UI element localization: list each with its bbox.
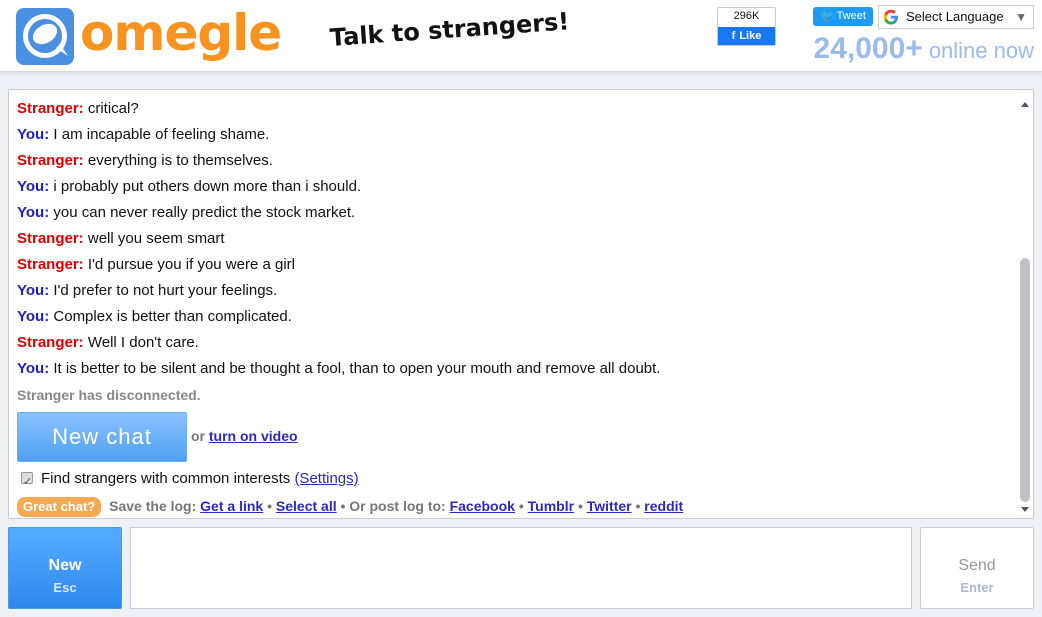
chat-message: Stranger: critical? (17, 96, 1013, 122)
separator: • (577, 498, 583, 514)
message-sender: You: (17, 178, 50, 195)
separator: • (518, 498, 524, 514)
chat-message: You: I'd prefer to not hurt your feeling… (17, 278, 1013, 304)
save-log-label: Save the log: (109, 498, 197, 514)
new-chat-button[interactable]: New chat (17, 412, 187, 462)
message-sender: Stranger: (17, 334, 84, 351)
interests-checkbox[interactable] (21, 469, 33, 495)
tagline: Talk to strangers! (329, 7, 571, 52)
chat-message: Stranger: well you seem smart (17, 226, 1013, 252)
message-sender: You: (17, 126, 50, 143)
chat-log-content: Stranger: critical? You: I am incapable o… (17, 96, 1013, 518)
message-text: I am incapable of feeling shame. (53, 126, 270, 143)
disconnect-status: Stranger has disconnected. (17, 387, 201, 403)
chat-log[interactable]: Stranger: critical? You: I am incapable o… (8, 89, 1034, 519)
message-sender: Stranger: (17, 256, 84, 273)
separator: • (267, 498, 272, 514)
new-chat-row: New chat or turn on video (17, 412, 1013, 466)
get-link-link[interactable]: Get a link (200, 498, 263, 514)
separator: • (635, 498, 641, 514)
facebook-icon: f (731, 30, 736, 42)
message-text: everything is to themselves. (87, 152, 273, 169)
interests-label: Find strangers with common interests (41, 470, 291, 487)
message-sender: Stranger: (17, 152, 84, 169)
message-text: critical? (87, 100, 139, 117)
language-label: Select Language (906, 9, 1004, 24)
new-button-hint: Esc (53, 580, 77, 595)
new-button-label: New (48, 557, 82, 574)
twitter-bird-icon: 🐦 (820, 10, 834, 22)
send-button[interactable]: Send Enter (920, 527, 1034, 609)
dropdown-arrow-icon: ▼ (1015, 10, 1027, 24)
turn-on-video-link[interactable]: turn on video (209, 428, 298, 444)
share-tumblr-link[interactable]: Tumblr (528, 498, 574, 514)
chat-message: Stranger: I'd pursue you if you were a g… (17, 252, 1013, 278)
google-icon (883, 9, 898, 25)
chat-scrollbar[interactable] (1017, 90, 1033, 518)
scroll-down-arrow-icon[interactable] (1021, 507, 1029, 512)
message-text: It is better to be silent and be thought… (53, 360, 661, 377)
facebook-like-button[interactable]: f Like (718, 27, 775, 45)
message-sender: You: (17, 360, 50, 377)
video-option: or turn on video (191, 428, 298, 444)
send-button-label: Send (958, 557, 996, 574)
message-input[interactable] (130, 527, 912, 609)
chat-message: Stranger: everything is to themselves. (17, 148, 1013, 174)
settings-link[interactable]: (Settings) (294, 470, 358, 487)
facebook-like-count: 296K (733, 10, 760, 22)
message-text: i probably put others down more than i s… (53, 178, 362, 195)
share-facebook-link[interactable]: Facebook (450, 498, 515, 514)
send-button-hint: Enter (960, 580, 994, 595)
logo-text[interactable]: omegle (80, 4, 282, 62)
great-chat-badge[interactable]: Great chat? (17, 497, 102, 517)
message-sender: Stranger: (17, 230, 84, 247)
language-select[interactable]: Select Language ▼ (878, 5, 1034, 29)
facebook-like-widget[interactable]: 296K f Like (717, 7, 776, 46)
share-twitter-link[interactable]: Twitter (587, 498, 632, 514)
scroll-up-arrow-icon[interactable] (1021, 102, 1029, 107)
or-text: or (191, 428, 205, 444)
chat-message: You: It is better to be silent and be th… (17, 356, 1013, 382)
share-reddit-link[interactable]: reddit (644, 498, 683, 514)
message-text: Complex is better than complicated. (53, 308, 292, 325)
new-button[interactable]: New Esc (8, 527, 122, 609)
message-text: well you seem smart (87, 230, 225, 247)
message-text: you can never really predict the stock m… (53, 204, 356, 221)
post-log-label: • Or post log to: (340, 498, 446, 514)
message-text: Well I don't care. (87, 334, 199, 351)
online-number: 24,000+ (813, 32, 923, 65)
message-sender: You: (17, 282, 50, 299)
online-label: online now (928, 38, 1034, 63)
omegle-logo-icon[interactable] (16, 8, 74, 65)
chat-message: Stranger: Well I don't care. (17, 330, 1013, 356)
message-sender: You: (17, 308, 50, 325)
header: omegle Talk to strangers! 296K f Like 🐦 T… (0, 0, 1042, 72)
online-count: 24,000+ online now (814, 32, 1034, 66)
message-text: I'd pursue you if you were a girl (87, 256, 295, 273)
message-sender: You: (17, 204, 50, 221)
message-text: I'd prefer to not hurt your feelings. (53, 282, 278, 299)
chat-message: You: Complex is better than complicated. (17, 304, 1013, 330)
log-actions: Great chat? Save the log: Get a link • S… (17, 494, 1013, 518)
select-all-link[interactable]: Select all (276, 498, 337, 514)
chat-message: You: i probably put others down more tha… (17, 174, 1013, 200)
chat-message: You: I am incapable of feeling shame. (17, 122, 1013, 148)
message-sender: Stranger: (17, 100, 84, 117)
scrollbar-thumb[interactable] (1020, 258, 1030, 502)
tweet-label: Tweet (836, 10, 866, 22)
message-list: Stranger: critical? You: I am incapable o… (17, 96, 1013, 382)
interests-row: Find strangers with common interests (Se… (17, 466, 1013, 495)
chat-message: You: you can never really predict the st… (17, 200, 1013, 226)
control-bar: New Esc Send Enter (8, 527, 1034, 609)
tweet-button[interactable]: 🐦 Tweet (813, 7, 873, 26)
facebook-like-label: Like (739, 30, 762, 42)
